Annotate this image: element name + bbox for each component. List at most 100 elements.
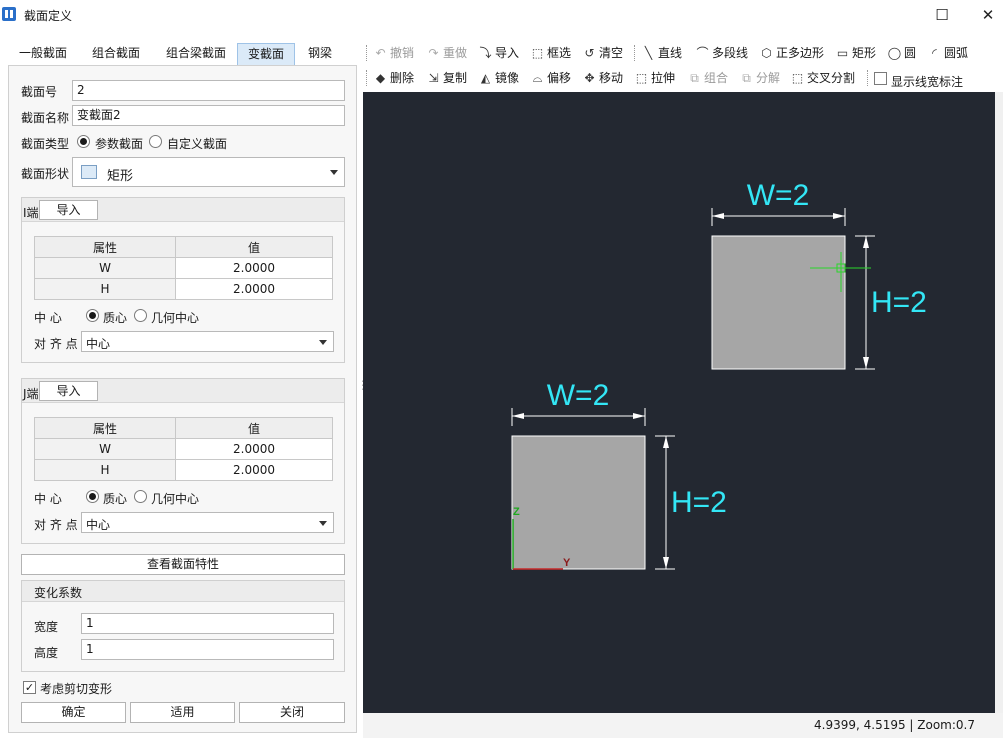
j-h-dimension-label: H=2 — [671, 486, 727, 519]
section-no-input[interactable]: 2 — [72, 80, 345, 101]
title-bar: 截面定义 ☐ ✕ — [0, 0, 1003, 30]
y-axis-label: Y — [563, 557, 571, 569]
cross-split-button[interactable]: ⬚ 交叉分割 — [790, 67, 855, 89]
rectangle-icon: ▭ — [836, 46, 849, 60]
width-coefficient-input[interactable]: 1 — [81, 613, 334, 634]
view-section-properties-button[interactable]: 查看截面特性 — [21, 554, 345, 575]
j-end-align-label: 对 齐 点 — [34, 518, 78, 532]
section-shape-select[interactable]: 矩形 — [72, 157, 345, 187]
clear-label: 清空 — [599, 46, 624, 60]
j-end-rectangle[interactable] — [511, 435, 646, 570]
offset-icon: ⌓ — [532, 71, 543, 85]
close-dialog-button[interactable]: 关闭 — [239, 702, 345, 723]
section-no-label: 截面号 — [21, 85, 58, 99]
tab-general-section[interactable]: 一般截面 — [8, 43, 78, 65]
maximize-button[interactable]: ☐ — [931, 4, 953, 26]
j-h-arrow-bottom — [663, 557, 669, 569]
radio-custom-section[interactable] — [149, 135, 162, 148]
i-end-header: I端 导入 — [22, 198, 344, 222]
copy-button[interactable]: ⇲ 复制 — [426, 67, 467, 89]
offset-button[interactable]: ⌓ 偏移 — [530, 67, 571, 89]
window-title: 截面定义 — [24, 9, 73, 23]
section-definition-panel: 截面号 2 截面名称 变截面2 截面类型 参数截面 自定义截面 截面形状 矩形 … — [8, 65, 357, 733]
box-select-button[interactable]: ⬚ 框选 — [530, 42, 571, 64]
clear-button[interactable]: ↺ 清空 — [582, 42, 623, 64]
tab-composite-section[interactable]: 组合截面 — [80, 43, 152, 65]
line-button[interactable]: ╲ 直线 — [641, 42, 682, 64]
table-row: W 2.0000 — [34, 257, 333, 279]
mirror-button[interactable]: ◭ 镜像 — [478, 67, 519, 89]
delete-button[interactable]: ◆ 删除 — [373, 67, 414, 89]
chevron-down-icon — [319, 339, 327, 345]
section-name-label: 截面名称 — [21, 111, 70, 125]
table-row: H 2.0000 — [34, 278, 333, 300]
radio-parametric-section[interactable] — [77, 135, 90, 148]
ok-button[interactable]: 确定 — [21, 702, 126, 723]
group-button[interactable]: ⧉ 组合 — [687, 67, 728, 89]
circle-button[interactable]: ◯ 圆 — [887, 42, 916, 64]
j-end-group: J端 导入 属性 值 W 2.0000 H 2.0000 中 心 质心 几何中心… — [21, 378, 345, 544]
property-value-w[interactable]: 2.0000 — [175, 257, 333, 279]
height-coefficient-input[interactable]: 1 — [81, 639, 334, 660]
i-h-arrow-top — [863, 236, 869, 248]
regular-polygon-button[interactable]: ⬡ 正多边形 — [759, 42, 824, 64]
arc-button[interactable]: ◜ 圆弧 — [927, 42, 968, 64]
drawing-canvas[interactable]: W=2 H=2 W=2 H=2 Z Y — [363, 92, 995, 713]
group-icon: ⧉ — [690, 71, 699, 85]
j-end-section: W=2 H=2 Z Y — [511, 379, 727, 570]
redo-button[interactable]: ↷ 重做 — [426, 42, 467, 64]
show-line-width-checkbox[interactable] — [874, 72, 887, 85]
section-shape-value: 矩形 — [107, 169, 134, 184]
delete-label: 删除 — [390, 71, 415, 85]
height-coefficient-label: 高度 — [34, 646, 59, 660]
polyline-label: 多段线 — [712, 46, 749, 60]
i-end-property-table: 属性 值 W 2.0000 H 2.0000 — [34, 236, 333, 300]
undo-button[interactable]: ↶ 撤销 — [373, 42, 414, 64]
property-value-h[interactable]: 2.0000 — [175, 459, 333, 481]
table-header-row: 属性 值 — [34, 417, 333, 439]
status-bar: 4.9399, 4.5195 | Zoom:0.7 — [363, 713, 1003, 738]
i-end-radio-geometric-center[interactable] — [134, 309, 147, 322]
coordinate-zoom-readout: 4.9399, 4.5195 | Zoom:0.7 — [814, 718, 975, 732]
property-value-w[interactable]: 2.0000 — [175, 438, 333, 460]
shear-deformation-checkbox[interactable]: ✓ — [23, 681, 36, 694]
polygon-icon: ⬡ — [761, 46, 772, 60]
j-end-radio-geometric-center[interactable] — [134, 490, 147, 503]
polyline-button[interactable]: ⌒ 多段线 — [695, 42, 748, 64]
j-end-import-button[interactable]: 导入 — [39, 381, 98, 401]
property-column-header: 属性 — [34, 417, 176, 439]
apply-button[interactable]: 适用 — [130, 702, 235, 723]
i-end-align-select[interactable]: 中心 — [81, 331, 334, 352]
i-end-radio-centroid[interactable] — [86, 309, 99, 322]
section-name-input[interactable]: 变截面2 — [72, 105, 345, 126]
import-button[interactable]: ⤵ 导入 — [478, 42, 519, 64]
variation-coefficient-header: 变化系数 — [22, 581, 344, 602]
arc-label: 圆弧 — [944, 46, 969, 60]
tab-variable-section[interactable]: 变截面 — [237, 43, 295, 65]
j-end-property-table: 属性 值 W 2.0000 H 2.0000 — [34, 417, 333, 481]
tab-composite-beam-section[interactable]: 组合梁截面 — [156, 43, 236, 65]
line-icon: ╲ — [644, 46, 653, 60]
explode-button[interactable]: ⧉ 分解 — [739, 67, 780, 89]
i-end-align-label: 对 齐 点 — [34, 337, 78, 351]
drawing-toolbar: ↶ 撤销 ↷ 重做 ⤵ 导入 ⬚ 框选 ↺ 清空 ╲ 直线 ⌒ 多段线 ⬡ 正多边形 ▭ 矩形 ◯… — [363, 40, 1003, 92]
move-button[interactable]: ✥ 移动 — [582, 67, 623, 89]
j-end-align-select[interactable]: 中心 — [81, 512, 334, 533]
i-end-centroid-label: 质心 — [103, 311, 128, 325]
j-end-radio-centroid[interactable] — [86, 490, 99, 503]
i-end-import-button[interactable]: 导入 — [39, 200, 98, 220]
j-w-arrow-right — [633, 413, 645, 419]
shear-deformation-label: 考虑剪切变形 — [40, 682, 113, 696]
pane-splitter[interactable] — [357, 378, 369, 394]
close-button[interactable]: ✕ — [977, 4, 999, 26]
move-label: 移动 — [599, 71, 624, 85]
rectangle-button[interactable]: ▭ 矩形 — [835, 42, 876, 64]
property-name-w: W — [34, 257, 176, 279]
i-end-rectangle[interactable] — [711, 235, 846, 370]
property-value-h[interactable]: 2.0000 — [175, 278, 333, 300]
stretch-button[interactable]: ⬚ 拉伸 — [634, 67, 675, 89]
app-icon — [2, 7, 16, 21]
canvas-edge-bar — [995, 92, 1003, 713]
i-h-arrow-bottom — [863, 357, 869, 369]
tab-steel-beam[interactable]: 钢梁 — [298, 43, 342, 65]
